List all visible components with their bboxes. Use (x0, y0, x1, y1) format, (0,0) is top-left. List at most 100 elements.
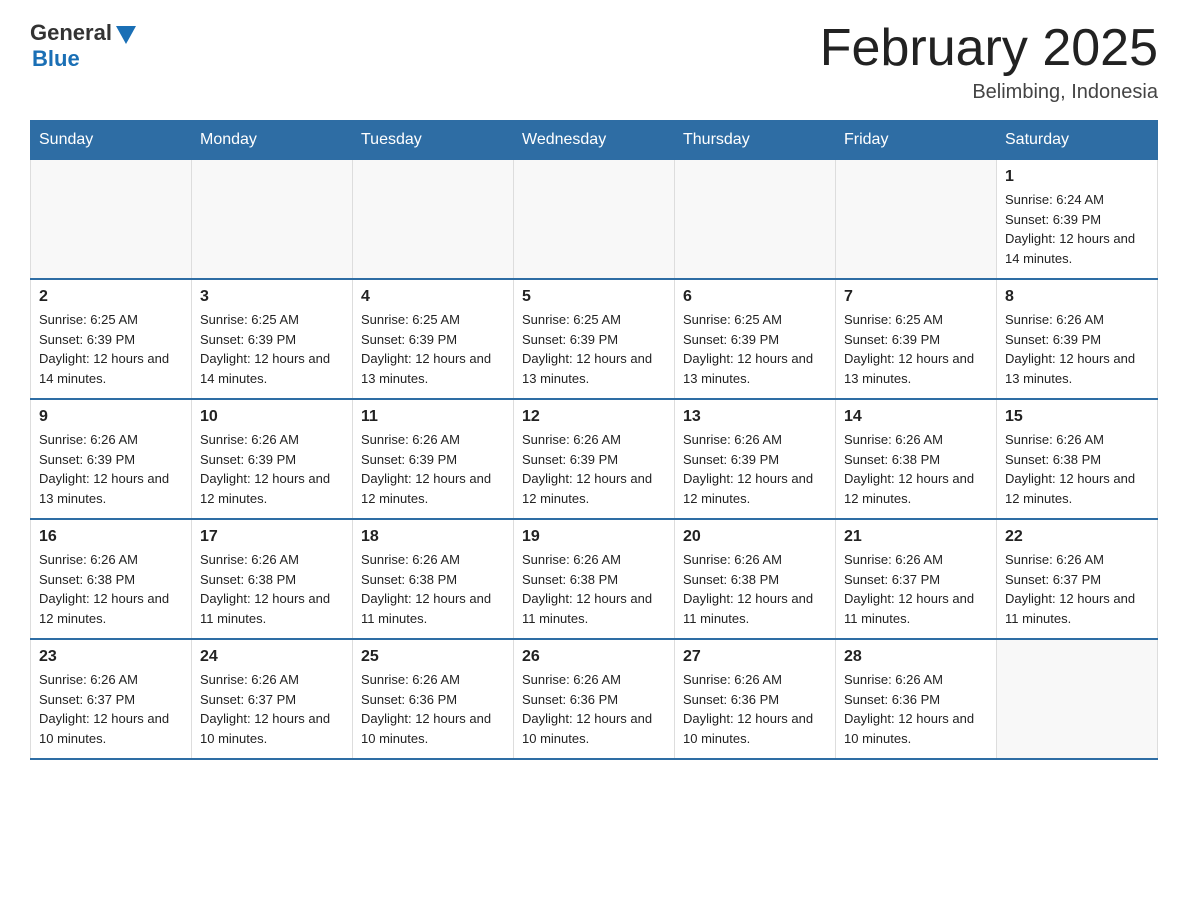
day-number: 25 (361, 648, 505, 666)
logo: General Blue (30, 20, 136, 72)
day-info: Sunrise: 6:26 AM Sunset: 6:38 PM Dayligh… (844, 430, 988, 508)
day-of-week-tuesday: Tuesday (353, 121, 514, 160)
day-cell: 2Sunrise: 6:25 AM Sunset: 6:39 PM Daylig… (31, 279, 192, 399)
day-number: 19 (522, 528, 666, 546)
day-cell: 20 Sunrise: 6:26 AM Sunset: 6:38 PM Dayli… (675, 519, 836, 639)
week-row-4: 16 Sunrise: 6:26 AM Sunset: 6:38 PM Dayli… (31, 519, 1158, 639)
day-info: Sunrise: 6:25 AM Sunset: 6:39 PM Dayligh… (522, 310, 666, 388)
day-number: 12 (522, 408, 666, 426)
day-info: Sunrise: 6:26 AM Sunset: 6:37 PM Dayligh… (844, 550, 988, 628)
day-cell: 21 Sunrise: 6:26 AM Sunset: 6:37 PM Dayli… (836, 519, 997, 639)
day-of-week-wednesday: Wednesday (514, 121, 675, 160)
day-number: 7 (844, 288, 988, 306)
day-cell: 5 Sunrise: 6:25 AM Sunset: 6:39 PM Daylig… (514, 279, 675, 399)
day-cell (836, 160, 997, 280)
day-info: Sunrise: 6:25 AM Sunset: 6:39 PM Dayligh… (844, 310, 988, 388)
day-number: 13 (683, 408, 827, 426)
week-row-3: 9 Sunrise: 6:26 AM Sunset: 6:39 PM Daylig… (31, 399, 1158, 519)
day-of-week-monday: Monday (192, 121, 353, 160)
week-row-5: 23 Sunrise: 6:26 AM Sunset: 6:37 PM Dayli… (31, 639, 1158, 759)
day-cell: 1 Sunrise: 6:24 AM Sunset: 6:39 PM Daylig… (997, 160, 1158, 280)
day-cell: 13Sunrise: 6:26 AM Sunset: 6:39 PM Dayli… (675, 399, 836, 519)
day-number: 6 (683, 288, 827, 306)
calendar-table: SundayMondayTuesdayWednesdayThursdayFrid… (30, 120, 1158, 760)
day-number: 18 (361, 528, 505, 546)
day-cell: 6 Sunrise: 6:25 AM Sunset: 6:39 PM Daylig… (675, 279, 836, 399)
day-info: Sunrise: 6:26 AM Sunset: 6:39 PM Dayligh… (522, 430, 666, 508)
day-info: Sunrise: 6:26 AM Sunset: 6:38 PM Dayligh… (39, 550, 183, 628)
day-cell: 18 Sunrise: 6:26 AM Sunset: 6:38 PM Dayli… (353, 519, 514, 639)
day-cell: 25Sunrise: 6:26 AM Sunset: 6:36 PM Dayli… (353, 639, 514, 759)
month-title: February 2025 (820, 20, 1158, 77)
day-number: 8 (1005, 288, 1149, 306)
day-number: 10 (200, 408, 344, 426)
logo-blue-text: Blue (32, 46, 80, 72)
day-cell: 27 Sunrise: 6:26 AM Sunset: 6:36 PM Dayli… (675, 639, 836, 759)
day-info: Sunrise: 6:26 AM Sunset: 6:39 PM Dayligh… (1005, 310, 1149, 388)
day-of-week-sunday: Sunday (31, 121, 192, 160)
day-info: Sunrise: 6:26 AM Sunset: 6:38 PM Dayligh… (1005, 430, 1149, 508)
day-number: 28 (844, 648, 988, 666)
week-row-2: 2Sunrise: 6:25 AM Sunset: 6:39 PM Daylig… (31, 279, 1158, 399)
day-cell: 8 Sunrise: 6:26 AM Sunset: 6:39 PM Daylig… (997, 279, 1158, 399)
day-cell: 14 Sunrise: 6:26 AM Sunset: 6:38 PM Dayli… (836, 399, 997, 519)
day-number: 22 (1005, 528, 1149, 546)
day-number: 5 (522, 288, 666, 306)
day-cell: 7 Sunrise: 6:25 AM Sunset: 6:39 PM Daylig… (836, 279, 997, 399)
day-info: Sunrise: 6:26 AM Sunset: 6:37 PM Dayligh… (1005, 550, 1149, 628)
day-number: 24 (200, 648, 344, 666)
week-row-1: 1 Sunrise: 6:24 AM Sunset: 6:39 PM Daylig… (31, 160, 1158, 280)
day-info: Sunrise: 6:26 AM Sunset: 6:39 PM Dayligh… (200, 430, 344, 508)
day-number: 14 (844, 408, 988, 426)
day-cell: 23 Sunrise: 6:26 AM Sunset: 6:37 PM Dayli… (31, 639, 192, 759)
day-cell: 24Sunrise: 6:26 AM Sunset: 6:37 PM Dayli… (192, 639, 353, 759)
day-cell: 9 Sunrise: 6:26 AM Sunset: 6:39 PM Daylig… (31, 399, 192, 519)
day-info: Sunrise: 6:25 AM Sunset: 6:39 PM Dayligh… (683, 310, 827, 388)
day-of-week-friday: Friday (836, 121, 997, 160)
day-cell: 16 Sunrise: 6:26 AM Sunset: 6:38 PM Dayli… (31, 519, 192, 639)
day-info: Sunrise: 6:26 AM Sunset: 6:36 PM Dayligh… (683, 670, 827, 748)
day-cell: 28 Sunrise: 6:26 AM Sunset: 6:36 PM Dayli… (836, 639, 997, 759)
day-cell (997, 639, 1158, 759)
day-cell: 17Sunrise: 6:26 AM Sunset: 6:38 PM Dayli… (192, 519, 353, 639)
day-cell: 4Sunrise: 6:25 AM Sunset: 6:39 PM Daylig… (353, 279, 514, 399)
day-info: Sunrise: 6:26 AM Sunset: 6:38 PM Dayligh… (361, 550, 505, 628)
days-of-week-row: SundayMondayTuesdayWednesdayThursdayFrid… (31, 121, 1158, 160)
day-number: 3 (200, 288, 344, 306)
day-of-week-thursday: Thursday (675, 121, 836, 160)
day-number: 4 (361, 288, 505, 306)
day-info: Sunrise: 6:24 AM Sunset: 6:39 PM Dayligh… (1005, 190, 1149, 268)
day-of-week-saturday: Saturday (997, 121, 1158, 160)
day-number: 15 (1005, 408, 1149, 426)
day-number: 9 (39, 408, 183, 426)
day-number: 21 (844, 528, 988, 546)
calendar-header: SundayMondayTuesdayWednesdayThursdayFrid… (31, 121, 1158, 160)
day-cell (31, 160, 192, 280)
day-number: 16 (39, 528, 183, 546)
day-info: Sunrise: 6:26 AM Sunset: 6:39 PM Dayligh… (361, 430, 505, 508)
day-info: Sunrise: 6:25 AM Sunset: 6:39 PM Dayligh… (200, 310, 344, 388)
day-number: 1 (1005, 168, 1149, 186)
day-cell (675, 160, 836, 280)
day-info: Sunrise: 6:25 AM Sunset: 6:39 PM Dayligh… (39, 310, 183, 388)
day-info: Sunrise: 6:26 AM Sunset: 6:36 PM Dayligh… (844, 670, 988, 748)
day-number: 26 (522, 648, 666, 666)
calendar-body: 1 Sunrise: 6:24 AM Sunset: 6:39 PM Daylig… (31, 160, 1158, 760)
day-cell: 19 Sunrise: 6:26 AM Sunset: 6:38 PM Dayli… (514, 519, 675, 639)
day-number: 20 (683, 528, 827, 546)
day-cell (353, 160, 514, 280)
day-info: Sunrise: 6:26 AM Sunset: 6:37 PM Dayligh… (39, 670, 183, 748)
title-area: February 2025 Belimbing, Indonesia (820, 20, 1158, 104)
day-info: Sunrise: 6:26 AM Sunset: 6:39 PM Dayligh… (39, 430, 183, 508)
day-info: Sunrise: 6:26 AM Sunset: 6:38 PM Dayligh… (683, 550, 827, 628)
day-number: 23 (39, 648, 183, 666)
day-cell (192, 160, 353, 280)
day-cell (514, 160, 675, 280)
day-number: 17 (200, 528, 344, 546)
location: Belimbing, Indonesia (820, 81, 1158, 104)
day-info: Sunrise: 6:26 AM Sunset: 6:38 PM Dayligh… (522, 550, 666, 628)
logo-general-text: General (30, 20, 112, 46)
day-cell: 26Sunrise: 6:26 AM Sunset: 6:36 PM Dayli… (514, 639, 675, 759)
day-number: 27 (683, 648, 827, 666)
day-cell: 15 Sunrise: 6:26 AM Sunset: 6:38 PM Dayli… (997, 399, 1158, 519)
